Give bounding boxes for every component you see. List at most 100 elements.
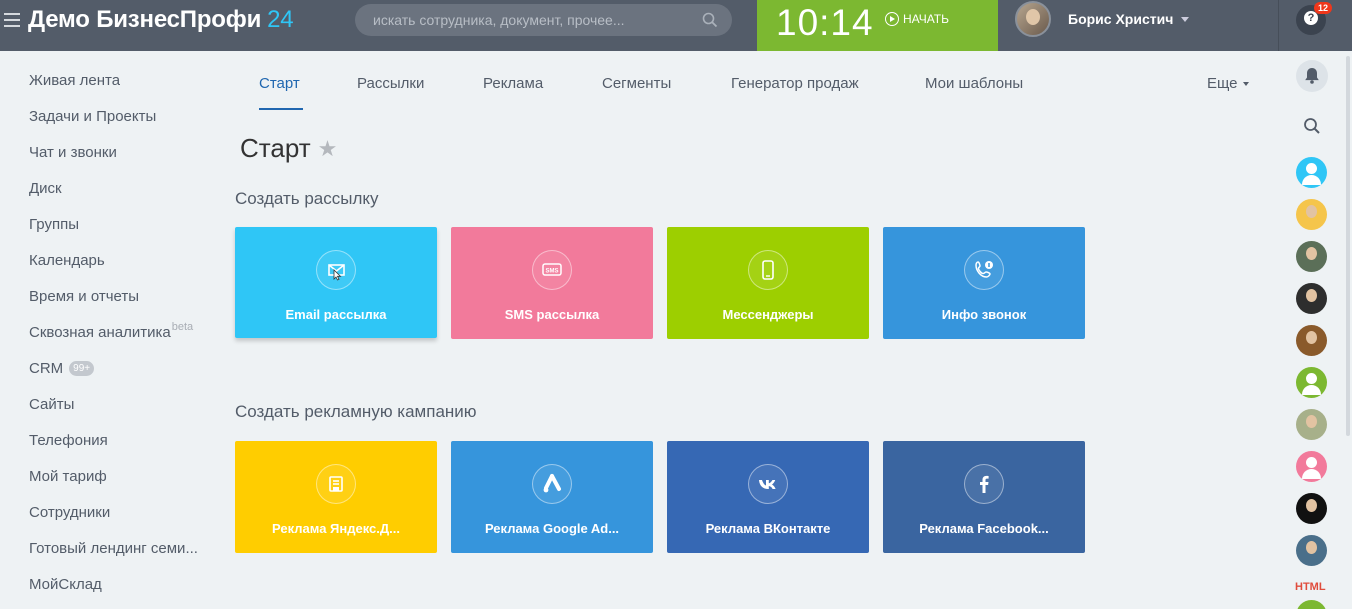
- contact-avatar[interactable]: [1296, 325, 1327, 356]
- search-icon[interactable]: [1303, 117, 1321, 135]
- user-avatar: [1015, 1, 1051, 37]
- mailing-tile[interactable]: Мессенджеры: [667, 227, 869, 339]
- sidebar-item[interactable]: Сотрудники: [29, 504, 110, 521]
- mailing-tile[interactable]: Email рассылка: [235, 227, 437, 338]
- sms-icon: SMS: [532, 250, 572, 290]
- top-bar: Демо БизнесПрофи 24 искать сотрудника, до…: [0, 0, 1352, 51]
- contact-avatar[interactable]: [1296, 493, 1327, 524]
- phone-icon: [748, 250, 788, 290]
- menu-icon[interactable]: [4, 13, 20, 27]
- search-placeholder: искать сотрудника, документ, прочее...: [373, 12, 625, 28]
- contact-avatar[interactable]: [1296, 535, 1327, 566]
- beta-tag: beta: [171, 320, 194, 333]
- notifications-button[interactable]: [1296, 60, 1328, 92]
- chevron-down-icon: [1242, 81, 1249, 86]
- sidebar-item-label: Готовый лендинг семи...: [29, 540, 198, 557]
- sidebar-item[interactable]: Мой тариф: [29, 468, 107, 485]
- contact-avatar[interactable]: [1296, 283, 1327, 314]
- sidebar-item-label: МойСклад: [29, 576, 102, 593]
- page-title-text: Старт: [240, 133, 311, 163]
- sidebar-item[interactable]: МойСклад: [29, 576, 102, 593]
- sidebar-item-label: Диск: [29, 180, 62, 197]
- sidebar-item[interactable]: Чат и звонки: [29, 144, 117, 161]
- sidebar-item[interactable]: Сайты: [29, 396, 74, 413]
- tab-more[interactable]: Еще: [1207, 75, 1249, 92]
- play-icon: [885, 12, 899, 26]
- help-badge: 12: [1314, 2, 1333, 14]
- user-menu[interactable]: Борис Христич: [1015, 0, 1190, 38]
- ad-tile[interactable]: Реклама Google Ad...: [451, 441, 653, 553]
- tile-label: Email рассылка: [285, 307, 387, 322]
- user-name: Борис Христич: [1068, 11, 1174, 27]
- contact-avatar[interactable]: [1296, 451, 1327, 482]
- sidebar-item-label: Сквозная аналитика: [29, 324, 171, 341]
- contact-avatar[interactable]: [1296, 157, 1327, 188]
- sidebar-item-label: Группы: [29, 216, 79, 233]
- search-input[interactable]: искать сотрудника, документ, прочее...: [355, 4, 732, 36]
- counter-badge: 99+: [69, 361, 95, 376]
- tab[interactable]: Старт: [259, 75, 300, 92]
- tile-label: Реклама ВКонтакте: [705, 521, 831, 536]
- worktime-widget[interactable]: 10:14 НАЧАТЬ: [757, 0, 998, 51]
- help-button[interactable]: ? 12: [1296, 2, 1333, 35]
- sidebar-item-label: Живая лента: [29, 72, 121, 89]
- chevron-down-icon: [1181, 16, 1190, 22]
- contact-avatar[interactable]: [1296, 241, 1327, 272]
- bell-icon: [1305, 68, 1319, 84]
- tab[interactable]: Реклама: [483, 75, 543, 92]
- mailing-tile[interactable]: SMS SMS рассылка: [451, 227, 653, 339]
- tab-more-label: Еще: [1207, 75, 1238, 92]
- tile-label: Мессенджеры: [722, 307, 814, 322]
- tile-label: Инфо звонок: [941, 307, 1027, 322]
- sidebar-item[interactable]: Задачи и Проекты: [29, 108, 156, 125]
- google-ads-icon: [532, 464, 572, 504]
- tab[interactable]: Сегменты: [602, 75, 671, 92]
- mailing-tile[interactable]: Инфо звонок: [883, 227, 1085, 339]
- sidebar-item[interactable]: Диск: [29, 180, 62, 197]
- divider: [1278, 0, 1279, 51]
- tab[interactable]: Рассылки: [357, 75, 424, 92]
- contact-avatar[interactable]: [1296, 199, 1327, 230]
- sidebar-item-label: Сотрудники: [29, 504, 111, 521]
- tile-label: Реклама Google Ad...: [484, 521, 620, 536]
- logo[interactable]: Демо БизнесПрофи 24: [28, 6, 294, 34]
- vk-icon: [748, 464, 788, 504]
- start-workday-button[interactable]: НАЧАТЬ: [885, 12, 949, 26]
- sidebar-item[interactable]: Телефония: [29, 432, 108, 449]
- tab-active-underline: [259, 108, 303, 110]
- yandex-direct-icon: [316, 464, 356, 504]
- sidebar-item[interactable]: Готовый лендинг семи...: [29, 540, 198, 557]
- sidebar-item-label: CRM: [29, 360, 64, 377]
- ad-tile[interactable]: Реклама ВКонтакте: [667, 441, 869, 553]
- sidebar-item[interactable]: Время и отчеты: [29, 288, 139, 305]
- call-info-icon: [964, 250, 1004, 290]
- sidebar-item[interactable]: Группы: [29, 216, 79, 233]
- sidebar-item[interactable]: Календарь: [29, 252, 105, 269]
- contact-avatar[interactable]: [1296, 367, 1327, 398]
- sidebar-item[interactable]: CRM 99+: [29, 360, 95, 377]
- tile-label: Реклама Яндекс.Д...: [272, 521, 400, 536]
- search-icon[interactable]: [702, 12, 718, 28]
- sidebar-item-label: Календарь: [29, 252, 105, 269]
- scrollbar[interactable]: [1346, 56, 1350, 436]
- sidebar-item-label: Мой тариф: [29, 468, 107, 485]
- logo-text: Демо БизнесПрофи: [28, 6, 262, 33]
- logo-number: 24: [267, 6, 294, 33]
- sidebar-item[interactable]: Живая лента: [29, 72, 120, 89]
- sidebar-item-label: Время и отчеты: [29, 288, 140, 305]
- ad-tile[interactable]: Реклама Яндекс.Д...: [235, 441, 437, 553]
- html-tag: HTML: [1295, 581, 1326, 593]
- tile-label: SMS рассылка: [504, 307, 600, 322]
- sidebar-item-label: Сайты: [29, 396, 75, 413]
- facebook-icon: [964, 464, 1004, 504]
- email-icon: [316, 250, 356, 290]
- sidebar-item[interactable]: Сквозная аналитика beta: [29, 320, 194, 342]
- ad-tile[interactable]: Реклама Facebook...: [883, 441, 1085, 553]
- section-title-ads: Создать рекламную кампанию: [235, 402, 477, 421]
- tile-label: Реклама Facebook...: [919, 521, 1049, 536]
- tab[interactable]: Мои шаблоны: [925, 75, 1023, 92]
- contact-avatar[interactable]: [1296, 409, 1327, 440]
- tab[interactable]: Генератор продаж: [731, 75, 859, 92]
- start-label: НАЧАТЬ: [903, 12, 950, 26]
- star-icon[interactable]: ★: [318, 136, 338, 162]
